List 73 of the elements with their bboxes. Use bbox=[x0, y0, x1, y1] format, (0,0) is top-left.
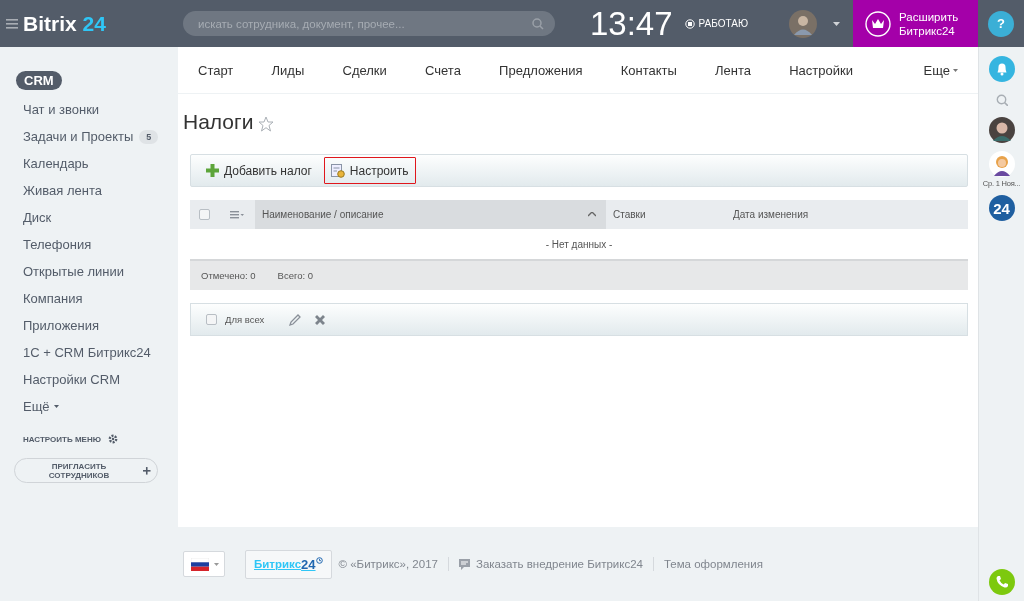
record-icon bbox=[684, 18, 695, 29]
flag-icon bbox=[191, 557, 209, 571]
select-all-checkbox[interactable] bbox=[198, 209, 210, 220]
nav-tab[interactable]: Сделки bbox=[342, 62, 387, 78]
plus-icon bbox=[206, 164, 219, 177]
add-tax-button[interactable]: Добавить налог bbox=[199, 157, 319, 184]
menu-item[interactable]: Диск bbox=[23, 210, 52, 225]
menu-item[interactable]: Приложения bbox=[23, 318, 100, 333]
checkbox-label: Для всех bbox=[225, 314, 265, 325]
gear-icon[interactable] bbox=[107, 434, 118, 444]
caret-icon bbox=[953, 68, 958, 72]
column-header[interactable]: Наименование / описание bbox=[255, 200, 606, 229]
caret-icon[interactable] bbox=[53, 405, 59, 408]
menu-item[interactable]: Телефония bbox=[23, 237, 92, 252]
search-icon bbox=[532, 18, 544, 30]
crown-icon bbox=[865, 10, 891, 37]
checkbox[interactable] bbox=[206, 314, 217, 325]
footer-logo[interactable]: Битрикс24 bbox=[245, 549, 332, 579]
user-avatar[interactable] bbox=[789, 9, 818, 38]
menu-item[interactable]: Открытые линии bbox=[23, 264, 125, 279]
plus-icon bbox=[143, 466, 151, 475]
upgrade-button[interactable]: Расширить Битрикс24 bbox=[853, 0, 978, 47]
caret-icon bbox=[214, 562, 219, 566]
menu-item[interactable]: Чат и звонки bbox=[23, 102, 100, 117]
counter: 5 bbox=[139, 129, 159, 144]
menu-item[interactable]: Задачи и Проекты bbox=[23, 129, 134, 144]
logo[interactable]: Bitrix 24 bbox=[23, 11, 183, 36]
nav-tab[interactable]: Лента bbox=[715, 62, 751, 78]
column-settings-icon[interactable] bbox=[229, 210, 244, 219]
caret-icon[interactable] bbox=[833, 21, 841, 26]
clock-time: 13:47 bbox=[590, 4, 673, 43]
delete-icon[interactable] bbox=[314, 313, 327, 326]
menu-item[interactable]: Календарь bbox=[23, 156, 89, 171]
column-header[interactable]: Ставки bbox=[606, 200, 726, 229]
work-status-button[interactable]: РАБОТАЮ bbox=[684, 18, 749, 29]
menu-item[interactable]: Компания bbox=[23, 291, 83, 306]
settings-icon bbox=[330, 163, 345, 178]
search-icon[interactable] bbox=[995, 94, 1008, 106]
menu-item[interactable]: 1С + CRM Битрикс24 bbox=[23, 345, 151, 360]
contact-avatar[interactable] bbox=[988, 151, 1015, 177]
total-count: Всего: 0 bbox=[277, 270, 314, 281]
phone-icon[interactable] bbox=[988, 569, 1015, 595]
more-tab[interactable]: Еще bbox=[923, 62, 958, 78]
nav-tab[interactable]: Лиды bbox=[271, 62, 305, 78]
nav-tab[interactable]: Настройки bbox=[789, 62, 853, 78]
nav-tab[interactable]: Контакты bbox=[620, 62, 677, 78]
selected-count: Отмечено: 0 bbox=[201, 270, 256, 281]
order-link[interactable]: Заказать внедрение Битрикс24 bbox=[458, 558, 643, 570]
language-selector[interactable] bbox=[183, 551, 225, 577]
contact-avatar[interactable] bbox=[988, 117, 1015, 143]
nav-tab[interactable]: Старт bbox=[198, 62, 234, 78]
star-icon[interactable] bbox=[258, 115, 275, 132]
invite-button[interactable]: ПРИГЛАСИТЬ СОТРУДНИКОВ bbox=[14, 458, 158, 483]
menu-item[interactable]: Ещё bbox=[23, 399, 50, 414]
chat-icon bbox=[458, 558, 470, 570]
clock-icon bbox=[315, 556, 323, 564]
menu-item[interactable]: CRM bbox=[16, 71, 62, 90]
bitrix24-button[interactable]: 24 bbox=[988, 195, 1015, 221]
empty-message: - Нет данных - bbox=[545, 238, 613, 250]
configure-menu-link[interactable]: НАСТРОИТЬ МЕНЮ bbox=[23, 434, 101, 444]
column-header[interactable]: Дата изменения bbox=[726, 200, 967, 229]
copyright-text: © «Битрикс», 2017 bbox=[338, 558, 438, 570]
menu-item[interactable]: Живая лента bbox=[23, 183, 102, 198]
configure-button[interactable]: Настроить bbox=[323, 157, 416, 184]
menu-icon[interactable] bbox=[6, 18, 18, 29]
notifications-icon[interactable] bbox=[988, 56, 1015, 82]
page-title: Налоги bbox=[183, 110, 254, 134]
sort-icon bbox=[588, 212, 596, 217]
menu-item[interactable]: Настройки CRM bbox=[23, 372, 120, 387]
pencil-icon[interactable] bbox=[288, 312, 303, 327]
theme-link[interactable]: Тема оформления bbox=[663, 558, 763, 570]
nav-tab[interactable]: Предложения bbox=[499, 62, 583, 78]
nav-tab[interactable]: Счета bbox=[425, 62, 461, 78]
